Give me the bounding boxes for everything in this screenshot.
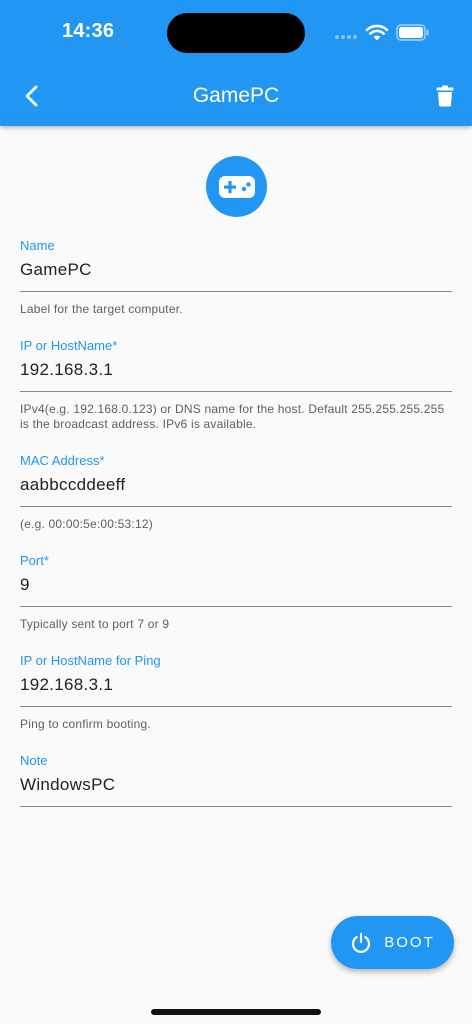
trash-icon	[436, 85, 454, 107]
mac-address-field-value[interactable]: aabbccddeeff	[20, 474, 452, 496]
ping-host-field-label: IP or HostName for Ping	[20, 653, 161, 668]
wifi-icon	[365, 24, 389, 41]
ping-host-field-value[interactable]: 192.168.3.1	[20, 674, 452, 696]
port-field-label: Port*	[20, 553, 49, 568]
ip-hostname-field-underline	[20, 391, 452, 392]
ip-hostname-field-label: IP or HostName*	[20, 338, 118, 353]
note-field[interactable]: Note WindowsPC	[20, 753, 452, 807]
boot-button[interactable]: BOOT	[331, 916, 454, 969]
note-field-value[interactable]: WindowsPC	[20, 774, 452, 796]
name-field[interactable]: Name GamePC Label for the target compute…	[20, 238, 452, 317]
ping-host-field-underline	[20, 706, 452, 707]
device-avatar	[206, 156, 267, 217]
port-field-helper: Typically sent to port 7 or 9	[20, 617, 170, 631]
app-bar: 14:36 GamePC	[0, 0, 472, 126]
port-field-underline	[20, 606, 452, 607]
delete-button[interactable]	[428, 78, 462, 114]
battery-icon	[396, 24, 429, 41]
mac-address-field-label: MAC Address*	[20, 453, 105, 468]
note-field-label: Note	[20, 753, 48, 768]
name-field-value[interactable]: GamePC	[20, 259, 452, 281]
ping-host-field-helper: Ping to confirm booting.	[20, 717, 151, 731]
mac-address-field[interactable]: MAC Address* aabbccddeeff (e.g. 00:00:5e…	[20, 453, 452, 532]
gamepad-icon	[218, 175, 255, 198]
note-field-underline	[20, 806, 452, 807]
mac-address-field-helper: (e.g. 00:00:5e:00:53:12)	[20, 517, 153, 531]
name-field-helper: Label for the target computer.	[20, 302, 183, 316]
mac-address-field-underline	[20, 506, 452, 507]
boot-button-label: BOOT	[384, 934, 435, 951]
port-field-value[interactable]: 9	[20, 574, 452, 596]
dynamic-island	[167, 13, 305, 53]
ip-hostname-field-helper: IPv4(e.g. 192.168.0.123) or DNS name for…	[20, 402, 445, 431]
power-icon	[352, 932, 371, 953]
ip-hostname-field[interactable]: IP or HostName* 192.168.3.1 IPv4(e.g. 19…	[20, 338, 452, 432]
ping-host-field[interactable]: IP or HostName for Ping 192.168.3.1 Ping…	[20, 653, 452, 732]
cellular-signal-icon	[335, 35, 359, 41]
port-field[interactable]: Port* 9 Typically sent to port 7 or 9	[20, 553, 452, 632]
name-field-label: Name	[20, 238, 55, 253]
name-field-underline	[20, 291, 452, 292]
ip-hostname-field-value[interactable]: 192.168.3.1	[20, 359, 452, 381]
page-title: GamePC	[192, 84, 280, 107]
home-indicator[interactable]	[151, 1009, 321, 1015]
status-time: 14:36	[62, 20, 115, 42]
